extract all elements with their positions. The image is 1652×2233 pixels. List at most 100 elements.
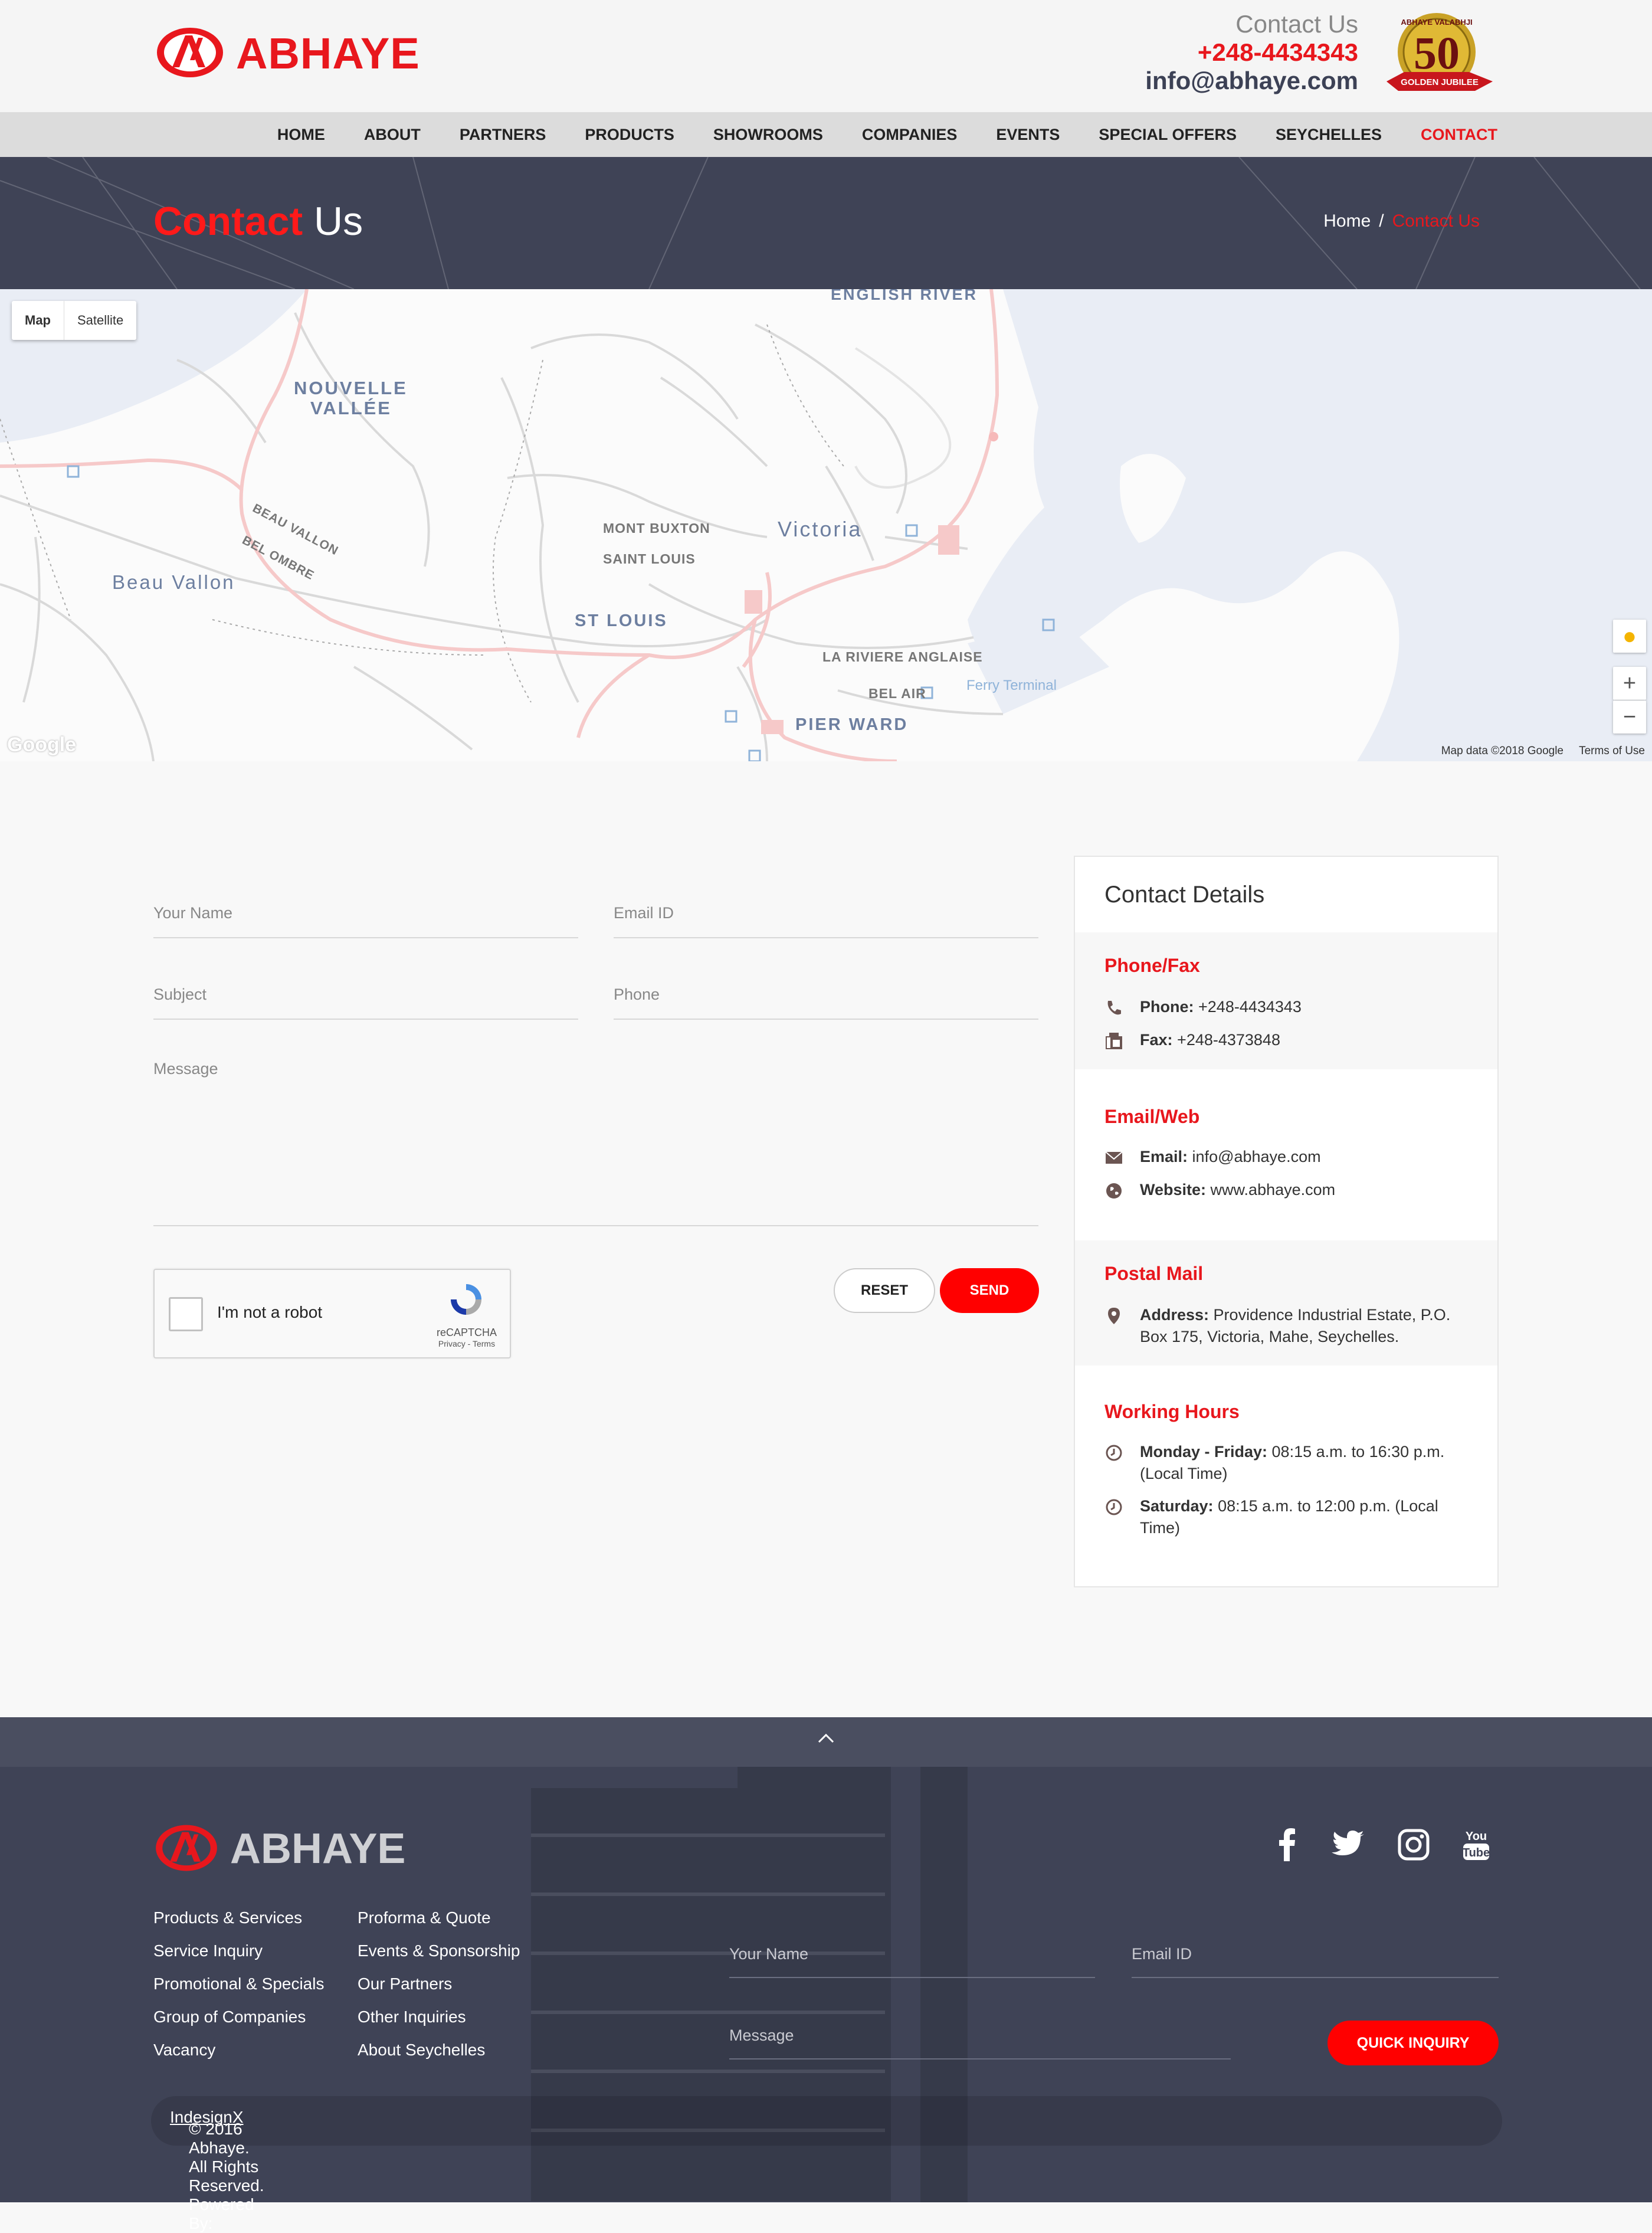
nav-item-partners[interactable]: PARTNERS <box>460 112 546 157</box>
map-data-attribution: Map data ©2018 Google <box>1441 745 1564 757</box>
map-terms-link[interactable]: Terms of Use <box>1579 745 1645 758</box>
footer-links-col1: Products & Services Service Inquiry Promot… <box>153 1901 324 2067</box>
recaptcha-privacy-terms[interactable]: Privacy - Terms <box>437 1339 497 1348</box>
footer-link[interactable]: Our Partners <box>358 1967 520 2000</box>
twitter-icon[interactable] <box>1331 1827 1366 1862</box>
footer-email-field[interactable]: Email ID <box>1132 1945 1499 1978</box>
footer-message-field[interactable]: Message <box>729 2026 1231 2060</box>
scroll-top-chevron-up-icon[interactable] <box>817 1730 835 1748</box>
footer-link[interactable]: Group of Companies <box>153 2000 324 2034</box>
map-label-victoria: Victoria <box>778 517 863 541</box>
map-label-saint-louis: SAINT LOUIS <box>603 551 696 567</box>
zoom-out-button[interactable]: − <box>1613 700 1646 734</box>
map-label-la-riviere-anglaise: LA RIVIERE ANGLAISE <box>822 649 983 664</box>
phone-fax-heading: Phone/Fax <box>1104 955 1200 976</box>
contact-details-title: Contact Details <box>1104 882 1265 908</box>
header-contact: Contact Us +248-4434343 info@abhaye.com <box>1145 9 1358 96</box>
header-contact-label: Contact Us <box>1235 10 1358 38</box>
subject-placeholder: Subject <box>153 985 207 1003</box>
nav-item-special-offers[interactable]: SPECIAL OFFERS <box>1099 112 1237 157</box>
street-view-pegman-icon[interactable]: ● <box>1613 620 1646 653</box>
phone-field[interactable]: Phone <box>614 985 1038 1020</box>
name-field[interactable]: Your Name <box>153 904 578 938</box>
name-placeholder: Your Name <box>153 904 233 922</box>
map-type-map-button[interactable]: Map <box>12 301 64 340</box>
zoom-in-button[interactable]: + <box>1613 667 1646 700</box>
phone-fax-section: Phone/Fax Phone: +248-4434343 Fax: +248-… <box>1075 932 1497 1069</box>
footer-link[interactable]: About Seychelles <box>358 2034 520 2067</box>
footer-logo-mark-icon <box>156 1825 217 1871</box>
footer-link[interactable]: Events & Sponsorship <box>358 1934 520 1967</box>
subject-field[interactable]: Subject <box>153 985 578 1020</box>
footer-links-col2: Proforma & Quote Events & Sponsorship Our … <box>358 1901 520 2067</box>
email-web-section: Email/Web Email: info@abhaye.com Website… <box>1075 1069 1497 1224</box>
site-header: ABHAYE Contact Us +248-4434343 info@abha… <box>0 0 1652 112</box>
page-title-red: Contact <box>153 199 303 244</box>
footer-link[interactable]: Products & Services <box>153 1901 324 1934</box>
nav-item-products[interactable]: PRODUCTS <box>585 112 674 157</box>
map-type-satellite-button[interactable]: Satellite <box>64 301 136 340</box>
breadcrumb: Home / Contact Us <box>1323 211 1480 231</box>
nav-item-companies[interactable]: COMPANIES <box>862 112 958 157</box>
header-phone[interactable]: +248-4434343 <box>1145 39 1358 66</box>
nav-item-showrooms[interactable]: SHOWROOMS <box>713 112 823 157</box>
copyright-line: © 2016 Abhaye. All Rights Reserved. Powe… <box>170 2108 264 2232</box>
recaptcha-logo-icon <box>451 1284 481 1315</box>
website-value[interactable]: www.abhaye.com <box>1211 1181 1336 1199</box>
main-nav: HOME ABOUT PARTNERS PRODUCTS SHOWROOMS COMPAN… <box>0 112 1652 157</box>
svg-text:Tube: Tube <box>1463 1846 1490 1859</box>
nav-item-home[interactable]: HOME <box>277 112 325 157</box>
weekday-label: Monday - Friday: <box>1140 1443 1268 1461</box>
recaptcha-widget: I'm not a robot reCAPTCHA Privacy - Term… <box>153 1269 511 1358</box>
map-label-st-louis: ST LOUIS <box>575 611 668 630</box>
breadcrumb-home[interactable]: Home <box>1323 211 1371 231</box>
footer-link[interactable]: Promotional & Specials <box>153 1967 324 2000</box>
send-button[interactable]: SEND <box>940 1268 1039 1313</box>
quick-inquiry-button[interactable]: QUICK INQUIRY <box>1328 2021 1499 2065</box>
footer-link[interactable]: Service Inquiry <box>153 1934 324 1967</box>
footer-name-placeholder: Your Name <box>729 1945 809 1963</box>
badge-top-text: ABHAYE VALABHJI <box>1401 18 1472 27</box>
header-email[interactable]: info@abhaye.com <box>1145 66 1358 96</box>
footer-link[interactable]: Vacancy <box>153 2034 324 2067</box>
footer-logo[interactable]: ABHAYE <box>153 1822 405 1881</box>
nav-item-about[interactable]: ABOUT <box>364 112 421 157</box>
breadcrumb-sep: / <box>1379 211 1384 231</box>
nav-item-seychelles[interactable]: SEYCHELLES <box>1276 112 1382 157</box>
footer-link[interactable]: Proforma & Quote <box>358 1901 520 1934</box>
badge-ribbon: GOLDEN JUBILEE <box>1401 77 1479 87</box>
phone-placeholder: Phone <box>614 985 660 1003</box>
nav-list: HOME ABOUT PARTNERS PRODUCTS SHOWROOMS COMPAN… <box>238 112 1497 157</box>
map-pin-icon <box>1108 1308 1120 1324</box>
google-logo: Google <box>7 734 77 756</box>
footer-link[interactable]: Other Inquiries <box>358 2000 520 2034</box>
nav-item-events[interactable]: EVENTS <box>996 112 1060 157</box>
youtube-icon[interactable]: You Tube <box>1458 1827 1494 1862</box>
phone-icon <box>1107 1001 1121 1015</box>
nav-item-contact[interactable]: CONTACT <box>1421 112 1497 157</box>
fax-value: +248-4373848 <box>1177 1031 1280 1049</box>
page-title-white: Us <box>314 199 363 244</box>
google-map[interactable]: ENGLISH RIVER NOUVELLE VALLÉE Beau Vallo… <box>0 289 1652 761</box>
phone-value[interactable]: +248-4434343 <box>1198 998 1302 1016</box>
clock-icon <box>1106 1499 1122 1515</box>
instagram-icon[interactable] <box>1396 1827 1431 1862</box>
breadcrumb-current: Contact Us <box>1392 211 1480 231</box>
reset-button[interactable]: RESET <box>834 1268 935 1313</box>
site-logo[interactable]: ABHAYE <box>155 25 419 84</box>
email-field[interactable]: Email ID <box>614 904 1038 938</box>
email-placeholder: Email ID <box>614 904 674 922</box>
email-value[interactable]: info@abhaye.com <box>1192 1148 1321 1165</box>
facebook-icon[interactable] <box>1270 1827 1305 1862</box>
recaptcha-brand: reCAPTCHA Privacy - Terms <box>437 1327 497 1348</box>
badge-number: 50 <box>1414 27 1460 78</box>
page-banner: Contact Us Home / Contact Us <box>0 157 1652 289</box>
recaptcha-checkbox[interactable] <box>169 1297 203 1331</box>
recaptcha-brand-text: reCAPTCHA <box>436 1327 497 1338</box>
copyright-bar: © 2016 Abhaye. All Rights Reserved. Powe… <box>151 2096 1502 2232</box>
address-label: Address: <box>1140 1306 1210 1324</box>
envelope-icon <box>1105 1151 1123 1164</box>
map-label-beau-vallon: Beau Vallon <box>112 571 235 593</box>
message-textarea[interactable]: Message <box>153 1060 1038 1226</box>
footer-name-field[interactable]: Your Name <box>729 1945 1095 1978</box>
